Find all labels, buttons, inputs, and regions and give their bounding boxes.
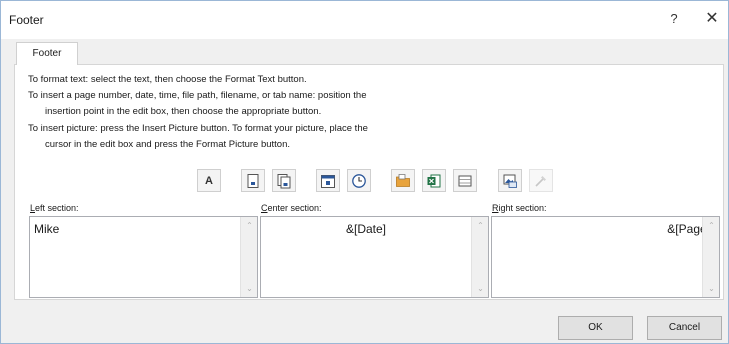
instruction-line: To insert a page number, date, time, fil… — [28, 90, 367, 102]
dialog-title: Footer — [9, 13, 44, 27]
center-section-label: Center section: — [261, 203, 322, 213]
scroll-up-icon[interactable]: ⌃ — [703, 217, 720, 234]
scroll-up-icon[interactable]: ⌃ — [472, 217, 489, 234]
left-section-edit-box[interactable]: Mike ⌃ ⌄ — [29, 216, 258, 298]
insert-file-name-icon — [427, 174, 441, 187]
right-section-edit-box[interactable]: &[Page] ⌃ ⌄ — [491, 216, 720, 298]
insert-picture-icon — [503, 174, 517, 188]
instruction-line: To insert picture: press the Insert Pict… — [28, 122, 368, 134]
insert-file-path-button[interactable] — [391, 169, 415, 192]
left-section-text[interactable]: Mike — [34, 222, 59, 236]
scroll-down-icon[interactable]: ⌄ — [703, 280, 720, 297]
instruction-line: cursor in the edit box and press the For… — [45, 138, 291, 150]
cancel-button[interactable]: Cancel — [647, 316, 722, 340]
close-button[interactable]: ✕ — [700, 9, 724, 31]
scroll-down-icon[interactable]: ⌄ — [241, 280, 258, 297]
right-section-text[interactable]: &[Page] — [492, 222, 714, 236]
insert-file-path-icon — [396, 173, 410, 187]
insert-picture-button[interactable] — [498, 169, 522, 192]
scroll-down-icon[interactable]: ⌄ — [472, 280, 489, 297]
instruction-line: insertion point in the edit box, then ch… — [45, 106, 322, 118]
title-bar: Footer ? ✕ — [1, 1, 728, 39]
insert-page-number-button[interactable] — [241, 169, 265, 192]
left-section-label: Left section: — [30, 203, 79, 213]
format-picture-button[interactable] — [529, 169, 553, 192]
tab-footer[interactable]: Footer — [16, 42, 78, 65]
help-button[interactable]: ? — [664, 9, 684, 29]
insert-time-button[interactable] — [347, 169, 371, 192]
center-section-scrollbar[interactable]: ⌃ ⌄ — [471, 217, 488, 297]
insert-time-icon — [352, 173, 366, 188]
insert-file-name-button[interactable] — [422, 169, 446, 192]
right-section-scrollbar[interactable]: ⌃ ⌄ — [702, 217, 719, 297]
instruction-line: To format text: select the text, then ch… — [28, 74, 307, 85]
center-section-text[interactable]: &[Date] — [261, 222, 471, 236]
right-section-label: Right section: — [492, 203, 547, 213]
insert-date-button[interactable] — [316, 169, 340, 192]
insert-sheet-name-icon — [458, 175, 472, 186]
instructions: To format text: select the text, then ch… — [28, 72, 548, 153]
format-picture-icon — [535, 175, 546, 187]
scroll-up-icon[interactable]: ⌃ — [241, 217, 258, 234]
center-section-edit-box[interactable]: &[Date] ⌃ ⌄ — [260, 216, 489, 298]
insert-page-number-icon — [247, 173, 259, 188]
format-text-icon: A — [205, 174, 213, 187]
left-section-scrollbar[interactable]: ⌃ ⌄ — [240, 217, 257, 297]
ok-button[interactable]: OK — [558, 316, 633, 340]
toolbar: A — [1, 169, 729, 193]
footer-dialog: Footer ? ✕ Footer To format text: select… — [0, 0, 729, 344]
insert-sheet-name-button[interactable] — [453, 169, 477, 192]
insert-date-icon — [321, 174, 335, 188]
insert-number-of-pages-button[interactable] — [272, 169, 296, 192]
insert-number-of-pages-icon — [277, 173, 291, 188]
format-text-button[interactable]: A — [197, 169, 221, 192]
